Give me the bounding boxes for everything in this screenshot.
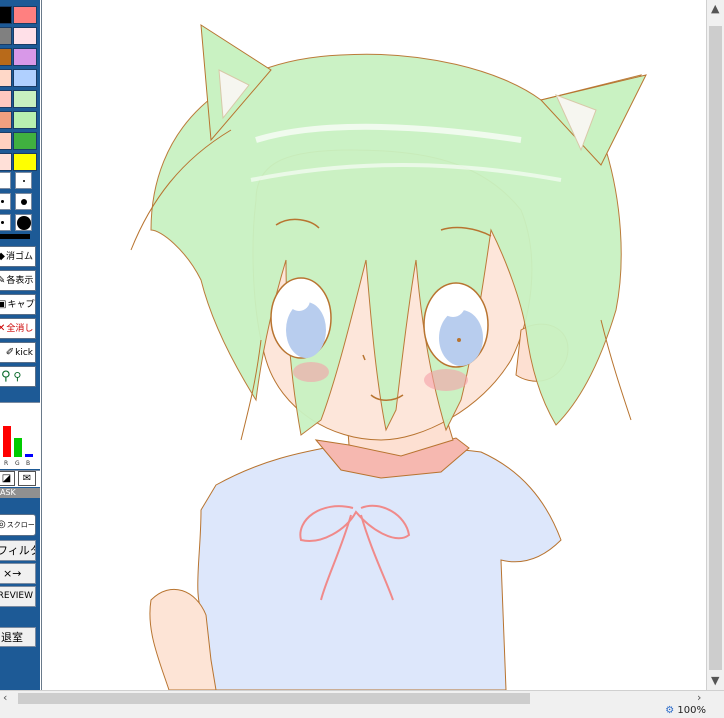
zoom-out-icon[interactable]: ⚲ xyxy=(13,370,21,383)
eraser-button[interactable]: ◆消ゴム xyxy=(0,246,36,267)
palette-swatch[interactable] xyxy=(13,90,37,108)
brush-size-1[interactable] xyxy=(15,172,32,189)
scroll-up-icon[interactable]: ▲ xyxy=(711,2,719,16)
brush-size-5[interactable] xyxy=(15,214,32,231)
filter-button[interactable]: フィルタ xyxy=(0,540,36,561)
palette-swatch[interactable] xyxy=(13,6,37,24)
rgb-indicator: RGB xyxy=(0,402,40,469)
brush-size-4[interactable] xyxy=(0,214,11,231)
eye-icon: ✎ xyxy=(0,271,5,290)
palette-swatch[interactable] xyxy=(13,132,37,150)
rgb-bar-r xyxy=(3,426,11,457)
review-button[interactable]: REVIEW xyxy=(0,586,36,607)
rgb-bar-g xyxy=(14,438,22,457)
palette-swatch[interactable] xyxy=(0,111,12,129)
rgb-bar-b xyxy=(25,454,33,457)
scroll-down-icon[interactable]: ▼ xyxy=(711,674,719,688)
palette-swatch[interactable] xyxy=(0,6,12,24)
vertical-scroll-thumb[interactable] xyxy=(709,26,722,670)
scroll-left-icon[interactable]: ‹ xyxy=(3,691,7,705)
rgb-label: G xyxy=(15,460,20,467)
mirror-button[interactable]: ×→ xyxy=(0,563,36,584)
palette-swatch[interactable] xyxy=(0,48,12,66)
scroll-icon: ◎ xyxy=(0,515,6,534)
brush-diagonal[interactable] xyxy=(0,172,11,189)
drawing-canvas[interactable] xyxy=(41,0,707,690)
camera-icon: ▣ xyxy=(0,295,6,314)
palette-swatch[interactable] xyxy=(13,69,37,87)
tool-panel: ◆消ゴム ✎各表示 ▣キャプ ✕全消し ✐kick ⚲ ⚲ RGB ◪ ✉ AS… xyxy=(0,0,40,690)
zoom-in-icon[interactable]: ⚲ xyxy=(1,369,11,384)
clear-all-button[interactable]: ✕全消し xyxy=(0,318,36,339)
palette-swatch[interactable] xyxy=(0,90,12,108)
clear-icon: ✕ xyxy=(0,319,5,338)
palette-swatch[interactable] xyxy=(13,153,37,171)
palette-swatch[interactable] xyxy=(0,153,12,171)
show-all-button[interactable]: ✎各表示 xyxy=(0,270,36,291)
zoom-value: 100% xyxy=(677,705,706,716)
exit-button[interactable]: 退室 xyxy=(0,627,36,647)
brush-size-2[interactable] xyxy=(0,193,11,210)
mask-icon[interactable]: ◪ xyxy=(0,471,15,486)
mask-buttons: ◪ ✉ xyxy=(0,470,40,487)
mask-envelope-icon[interactable]: ✉ xyxy=(18,471,36,486)
kick-button[interactable]: ✐kick xyxy=(0,342,36,363)
capture-button[interactable]: ▣キャプ xyxy=(0,294,36,315)
palette-swatch[interactable] xyxy=(0,27,12,45)
vertical-scrollbar[interactable]: ▲ ▼ xyxy=(706,0,724,690)
scroll-button[interactable]: ◎スクロール xyxy=(0,514,36,536)
palette-swatch[interactable] xyxy=(0,69,12,87)
rgb-label: R xyxy=(4,460,9,467)
horizontal-scrollbar[interactable]: ‹ › xyxy=(0,690,724,706)
kick-icon: ✐ xyxy=(5,347,15,358)
palette-swatch[interactable] xyxy=(13,27,37,45)
zoom-buttons[interactable]: ⚲ ⚲ xyxy=(0,366,36,387)
scroll-right-icon[interactable]: › xyxy=(697,691,701,705)
zoom-globe-icon: ⚙ xyxy=(665,705,675,716)
horizontal-scroll-thumb[interactable] xyxy=(18,693,530,704)
artwork xyxy=(130,24,647,690)
brush-preview-bar xyxy=(0,234,30,239)
mask-label: ASK xyxy=(0,488,40,498)
brush-size-3[interactable] xyxy=(15,193,32,210)
eraser-icon: ◆ xyxy=(0,247,5,266)
zoom-level[interactable]: ⚙ 100% xyxy=(665,705,706,716)
palette-swatch[interactable] xyxy=(13,48,37,66)
palette-swatch[interactable] xyxy=(13,111,37,129)
palette-swatch[interactable] xyxy=(0,132,12,150)
rgb-label: B xyxy=(26,460,31,467)
status-bar: ⚙ 100% xyxy=(0,705,724,718)
